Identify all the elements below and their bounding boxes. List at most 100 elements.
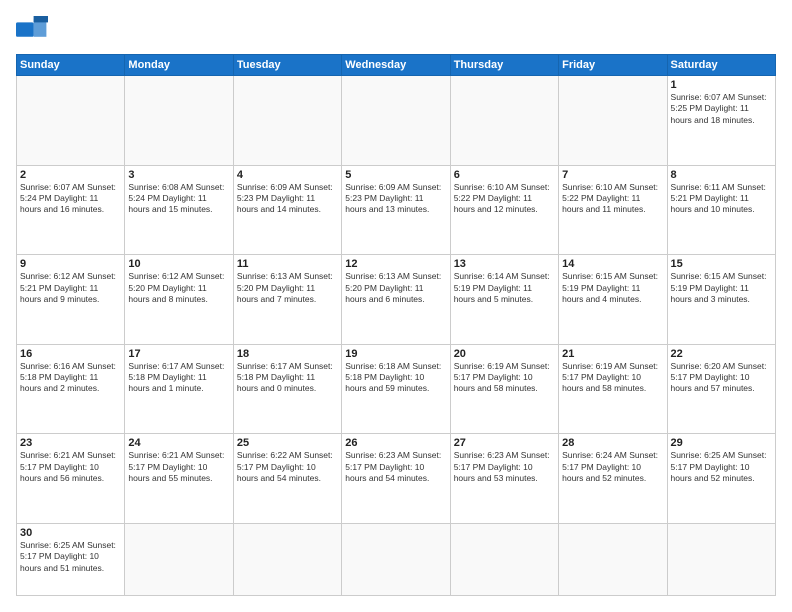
cell-daylight-info: Sunrise: 6:07 AM Sunset: 5:25 PM Dayligh… [671,92,772,126]
calendar-cell: 30Sunrise: 6:25 AM Sunset: 5:17 PM Dayli… [17,523,125,595]
date-number: 17 [128,348,229,360]
calendar-cell [233,523,341,595]
calendar-cell [342,76,450,166]
calendar-cell: 24Sunrise: 6:21 AM Sunset: 5:17 PM Dayli… [125,434,233,524]
calendar-cell: 10Sunrise: 6:12 AM Sunset: 5:20 PM Dayli… [125,255,233,345]
date-number: 28 [562,437,663,449]
date-number: 14 [562,258,663,270]
calendar-cell [342,523,450,595]
cell-daylight-info: Sunrise: 6:23 AM Sunset: 5:17 PM Dayligh… [454,450,555,484]
page: Sunday Monday Tuesday Wednesday Thursday… [0,0,792,612]
calendar-cell: 3Sunrise: 6:08 AM Sunset: 5:24 PM Daylig… [125,165,233,255]
calendar-cell: 16Sunrise: 6:16 AM Sunset: 5:18 PM Dayli… [17,344,125,434]
cell-daylight-info: Sunrise: 6:20 AM Sunset: 5:17 PM Dayligh… [671,361,772,395]
calendar-header-row: Sunday Monday Tuesday Wednesday Thursday… [17,55,776,76]
calendar-cell: 11Sunrise: 6:13 AM Sunset: 5:20 PM Dayli… [233,255,341,345]
calendar-cell: 18Sunrise: 6:17 AM Sunset: 5:18 PM Dayli… [233,344,341,434]
generalblue-logo-icon [16,16,48,44]
date-number: 29 [671,437,772,449]
calendar-cell [559,523,667,595]
cell-daylight-info: Sunrise: 6:09 AM Sunset: 5:23 PM Dayligh… [237,182,338,216]
date-number: 19 [345,348,446,360]
calendar-cell: 19Sunrise: 6:18 AM Sunset: 5:18 PM Dayli… [342,344,450,434]
date-number: 13 [454,258,555,270]
cell-daylight-info: Sunrise: 6:13 AM Sunset: 5:20 PM Dayligh… [345,271,446,305]
col-friday: Friday [559,55,667,76]
logo [16,16,52,44]
calendar-cell [125,76,233,166]
cell-daylight-info: Sunrise: 6:07 AM Sunset: 5:24 PM Dayligh… [20,182,121,216]
date-number: 12 [345,258,446,270]
cell-daylight-info: Sunrise: 6:17 AM Sunset: 5:18 PM Dayligh… [237,361,338,395]
cell-daylight-info: Sunrise: 6:09 AM Sunset: 5:23 PM Dayligh… [345,182,446,216]
calendar-cell: 6Sunrise: 6:10 AM Sunset: 5:22 PM Daylig… [450,165,558,255]
calendar-cell [667,523,775,595]
date-number: 26 [345,437,446,449]
cell-daylight-info: Sunrise: 6:10 AM Sunset: 5:22 PM Dayligh… [562,182,663,216]
cell-daylight-info: Sunrise: 6:24 AM Sunset: 5:17 PM Dayligh… [562,450,663,484]
calendar-cell [233,76,341,166]
calendar-cell: 20Sunrise: 6:19 AM Sunset: 5:17 PM Dayli… [450,344,558,434]
date-number: 20 [454,348,555,360]
cell-daylight-info: Sunrise: 6:21 AM Sunset: 5:17 PM Dayligh… [128,450,229,484]
calendar-cell: 22Sunrise: 6:20 AM Sunset: 5:17 PM Dayli… [667,344,775,434]
calendar-cell [559,76,667,166]
date-number: 18 [237,348,338,360]
cell-daylight-info: Sunrise: 6:18 AM Sunset: 5:18 PM Dayligh… [345,361,446,395]
cell-daylight-info: Sunrise: 6:11 AM Sunset: 5:21 PM Dayligh… [671,182,772,216]
date-number: 5 [345,169,446,181]
calendar-cell [17,76,125,166]
col-thursday: Thursday [450,55,558,76]
cell-daylight-info: Sunrise: 6:10 AM Sunset: 5:22 PM Dayligh… [454,182,555,216]
date-number: 6 [454,169,555,181]
date-number: 22 [671,348,772,360]
cell-daylight-info: Sunrise: 6:12 AM Sunset: 5:20 PM Dayligh… [128,271,229,305]
calendar-cell: 27Sunrise: 6:23 AM Sunset: 5:17 PM Dayli… [450,434,558,524]
calendar-cell: 29Sunrise: 6:25 AM Sunset: 5:17 PM Dayli… [667,434,775,524]
cell-daylight-info: Sunrise: 6:15 AM Sunset: 5:19 PM Dayligh… [671,271,772,305]
date-number: 15 [671,258,772,270]
date-number: 7 [562,169,663,181]
cell-daylight-info: Sunrise: 6:16 AM Sunset: 5:18 PM Dayligh… [20,361,121,395]
header [16,16,776,44]
calendar-cell: 25Sunrise: 6:22 AM Sunset: 5:17 PM Dayli… [233,434,341,524]
date-number: 30 [20,527,121,539]
col-sunday: Sunday [17,55,125,76]
cell-daylight-info: Sunrise: 6:19 AM Sunset: 5:17 PM Dayligh… [454,361,555,395]
cell-daylight-info: Sunrise: 6:12 AM Sunset: 5:21 PM Dayligh… [20,271,121,305]
cell-daylight-info: Sunrise: 6:19 AM Sunset: 5:17 PM Dayligh… [562,361,663,395]
calendar-cell: 2Sunrise: 6:07 AM Sunset: 5:24 PM Daylig… [17,165,125,255]
col-saturday: Saturday [667,55,775,76]
date-number: 11 [237,258,338,270]
calendar-cell: 8Sunrise: 6:11 AM Sunset: 5:21 PM Daylig… [667,165,775,255]
calendar-cell: 4Sunrise: 6:09 AM Sunset: 5:23 PM Daylig… [233,165,341,255]
cell-daylight-info: Sunrise: 6:08 AM Sunset: 5:24 PM Dayligh… [128,182,229,216]
date-number: 23 [20,437,121,449]
cell-daylight-info: Sunrise: 6:25 AM Sunset: 5:17 PM Dayligh… [20,540,121,574]
col-monday: Monday [125,55,233,76]
calendar-cell [450,76,558,166]
calendar-cell: 9Sunrise: 6:12 AM Sunset: 5:21 PM Daylig… [17,255,125,345]
calendar-cell: 21Sunrise: 6:19 AM Sunset: 5:17 PM Dayli… [559,344,667,434]
cell-daylight-info: Sunrise: 6:15 AM Sunset: 5:19 PM Dayligh… [562,271,663,305]
calendar-cell: 26Sunrise: 6:23 AM Sunset: 5:17 PM Dayli… [342,434,450,524]
calendar-cell: 1Sunrise: 6:07 AM Sunset: 5:25 PM Daylig… [667,76,775,166]
date-number: 10 [128,258,229,270]
col-tuesday: Tuesday [233,55,341,76]
calendar-cell: 28Sunrise: 6:24 AM Sunset: 5:17 PM Dayli… [559,434,667,524]
date-number: 27 [454,437,555,449]
date-number: 4 [237,169,338,181]
date-number: 9 [20,258,121,270]
date-number: 1 [671,79,772,91]
cell-daylight-info: Sunrise: 6:21 AM Sunset: 5:17 PM Dayligh… [20,450,121,484]
date-number: 21 [562,348,663,360]
date-number: 16 [20,348,121,360]
date-number: 24 [128,437,229,449]
cell-daylight-info: Sunrise: 6:14 AM Sunset: 5:19 PM Dayligh… [454,271,555,305]
cell-daylight-info: Sunrise: 6:17 AM Sunset: 5:18 PM Dayligh… [128,361,229,395]
date-number: 8 [671,169,772,181]
calendar-table: Sunday Monday Tuesday Wednesday Thursday… [16,54,776,596]
calendar-cell: 5Sunrise: 6:09 AM Sunset: 5:23 PM Daylig… [342,165,450,255]
col-wednesday: Wednesday [342,55,450,76]
date-number: 3 [128,169,229,181]
